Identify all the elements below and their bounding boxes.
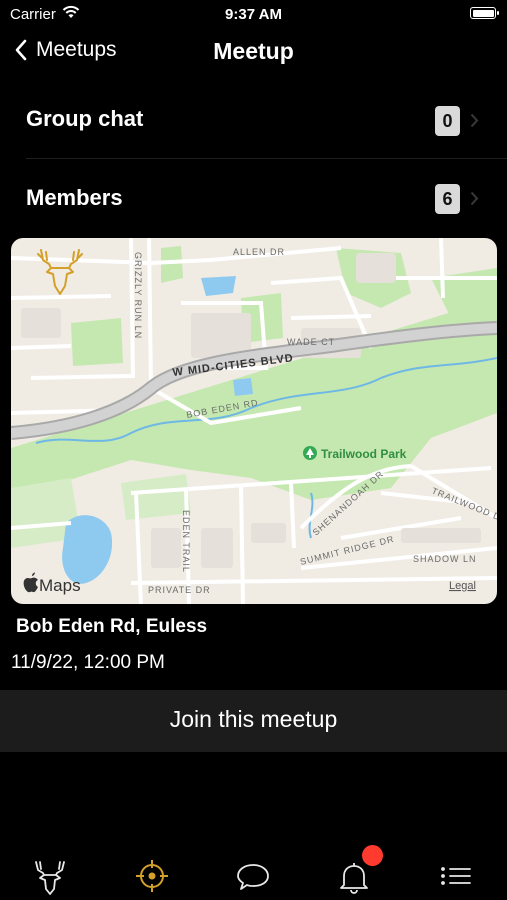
meetup-map[interactable]: ALLEN DR GRIZZLY RUN LN WADE CT BOB EDEN…: [11, 238, 497, 604]
group-chat-row[interactable]: Group chat 0: [0, 80, 507, 158]
deer-tab-icon[interactable]: [30, 856, 70, 896]
members-label: Members: [26, 185, 123, 210]
members-row[interactable]: Members 6: [0, 159, 507, 237]
tab-bar: [0, 850, 507, 900]
navigation-bar: Meetups Meetup: [0, 30, 507, 74]
chevron-right-icon: [470, 113, 479, 128]
back-button[interactable]: Meetups: [14, 38, 117, 62]
group-chat-label: Group chat: [26, 106, 144, 131]
clock: 9:37 AM: [225, 6, 282, 23]
apple-maps-logo: Maps: [23, 572, 81, 595]
meetup-datetime: 11/9/22, 12:00 PM: [11, 652, 165, 673]
map-label-allen: ALLEN DR: [233, 247, 285, 257]
park-pin-icon: [303, 446, 317, 460]
meetup-location: Bob Eden Rd, Euless: [16, 616, 208, 637]
map-label-private: PRIVATE DR: [148, 585, 211, 595]
map-label-shadow: SHADOW LN: [413, 554, 477, 564]
map-attribution: Maps: [39, 576, 81, 595]
back-button-label: Meetups: [36, 38, 117, 61]
map-label-grizzly: GRIZZLY RUN LN: [133, 252, 143, 339]
park-label: Trailwood Park: [321, 447, 407, 461]
chat-bubble-tab-icon[interactable]: [233, 856, 273, 896]
chevron-right-icon: [470, 191, 479, 206]
group-chat-count-badge: 0: [435, 106, 460, 136]
map-label-eden-trail: EDEN TRAIL: [181, 510, 191, 573]
map-legal-link[interactable]: Legal: [449, 580, 476, 592]
status-bar: Carrier 9:37 AM: [0, 0, 507, 28]
battery-icon: [470, 7, 499, 19]
menu-list-tab-icon[interactable]: [436, 856, 476, 896]
crosshair-tab-icon[interactable]: [132, 856, 172, 896]
members-count-badge: 6: [435, 184, 460, 214]
notification-badge: [362, 845, 383, 866]
join-meetup-button[interactable]: Join this meetup: [0, 706, 507, 733]
map-label-wade: WADE CT: [287, 337, 335, 347]
chevron-left-icon: [15, 39, 27, 61]
